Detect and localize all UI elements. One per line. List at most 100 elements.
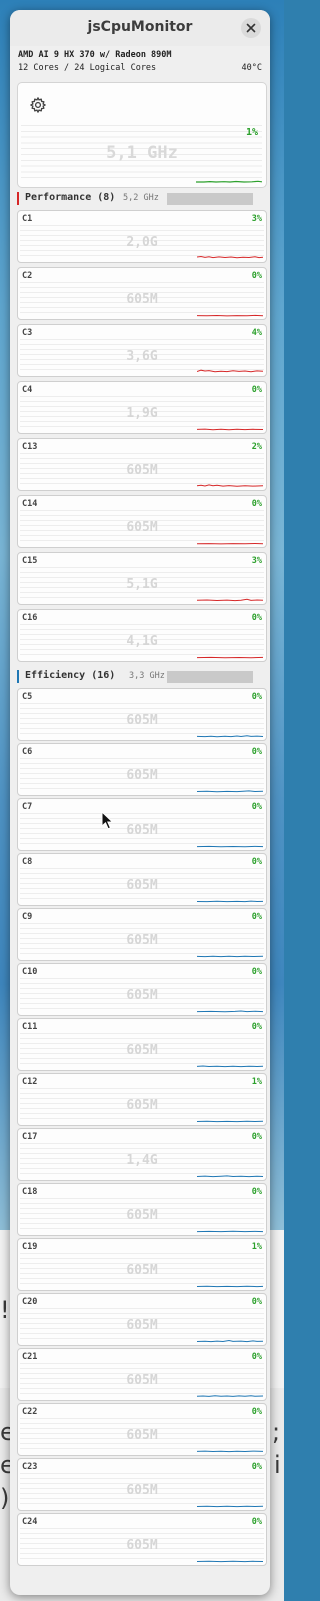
core-card-c14: C14 0% 605M: [17, 495, 267, 548]
core-usage-sparkline: [197, 1230, 263, 1233]
core-card-c22: C22 0% 605M: [17, 1403, 267, 1456]
core-card-c15: C15 3% 5,1G: [17, 552, 267, 605]
group-frequency: 3,3 GHz: [129, 671, 165, 681]
core-name: C22: [22, 1407, 38, 1417]
core-usage: 0%: [251, 499, 262, 509]
core-name: C10: [22, 967, 38, 977]
core-usage: 0%: [251, 613, 262, 623]
core-usage: 0%: [251, 1297, 262, 1307]
core-card-c4: C4 0% 1,9G: [17, 381, 267, 434]
core-card-c16: C16 0% 4,1G: [17, 609, 267, 662]
core-usage-sparkline: [197, 1560, 263, 1563]
core-usage-sparkline: [197, 1010, 263, 1013]
core-usage-sparkline: [197, 900, 263, 903]
core-card-c3: C3 4% 3,6G: [17, 324, 267, 377]
core-usage-sparkline: [197, 542, 263, 545]
core-name: C19: [22, 1242, 38, 1252]
core-name: C8: [22, 857, 33, 867]
core-card-c12: C12 1% 605M: [17, 1073, 267, 1126]
core-usage-sparkline: [197, 1339, 263, 1343]
core-name: C21: [22, 1352, 38, 1362]
core-name: C15: [22, 556, 38, 566]
core-name: C6: [22, 747, 33, 757]
group-color-marker: [17, 192, 19, 205]
core-usage: 0%: [251, 1187, 262, 1197]
core-name: C24: [22, 1517, 38, 1527]
core-name: C18: [22, 1187, 38, 1197]
core-name: C9: [22, 912, 33, 922]
core-card-c9: C9 0% 605M: [17, 908, 267, 961]
gear-icon[interactable]: [29, 96, 47, 114]
core-name: C23: [22, 1462, 38, 1472]
core-usage: 0%: [251, 1462, 262, 1472]
core-name: C4: [22, 385, 33, 395]
core-usage: 0%: [251, 692, 262, 702]
core-usage-sparkline: [197, 369, 263, 373]
core-usage: 0%: [251, 271, 262, 281]
core-usage: 0%: [251, 385, 262, 395]
core-card-c21: C21 0% 605M: [17, 1348, 267, 1401]
core-usage-sparkline: [197, 1285, 263, 1288]
cpu-core-count: 12 Cores / 24 Logical Cores: [18, 63, 157, 73]
core-card-c23: C23 0% 605M: [17, 1458, 267, 1511]
core-usage-sparkline: [197, 1395, 263, 1397]
core-usage-sparkline: [197, 1175, 263, 1178]
group-color-marker: [17, 670, 19, 683]
title-bar[interactable]: jsCpuMonitor: [10, 10, 270, 46]
core-usage: 0%: [251, 1132, 262, 1142]
core-usage: 0%: [251, 967, 262, 977]
group-load-bar: [167, 193, 253, 205]
core-card-c7: C7 0% 605M: [17, 798, 267, 851]
core-usage-sparkline: [197, 428, 263, 431]
core-usage: 0%: [251, 912, 262, 922]
core-card-c18: C18 0% 605M: [17, 1183, 267, 1236]
core-usage: 0%: [251, 1022, 262, 1032]
core-usage: 0%: [251, 1517, 262, 1527]
core-usage-sparkline: [197, 255, 263, 259]
core-card-c1: C1 3% 2,0G: [17, 210, 267, 263]
core-name: C2: [22, 271, 33, 281]
core-name: C11: [22, 1022, 38, 1032]
core-card-c8: C8 0% 605M: [17, 853, 267, 906]
window-title: jsCpuMonitor: [87, 19, 193, 35]
core-name: C5: [22, 692, 33, 702]
core-name: C1: [22, 214, 33, 224]
core-name: C16: [22, 613, 38, 623]
core-usage: 0%: [251, 747, 262, 757]
close-icon: [246, 23, 256, 33]
core-name: C12: [22, 1077, 38, 1087]
core-card-c6: C6 0% 605M: [17, 743, 267, 796]
core-name: C17: [22, 1132, 38, 1142]
core-usage-sparkline: [197, 1505, 263, 1508]
group-label: Performance (8): [25, 192, 116, 203]
core-usage-sparkline: [197, 955, 263, 958]
core-card-c10: C10 0% 605M: [17, 963, 267, 1016]
core-card-c11: C11 0% 605M: [17, 1018, 267, 1071]
cpu-monitor-window: jsCpuMonitor AMD AI 9 HX 370 w/ Radeon 8…: [10, 10, 270, 1595]
core-usage-sparkline: [197, 314, 263, 317]
core-usage-sparkline: [197, 1065, 263, 1068]
close-button[interactable]: [241, 18, 261, 38]
core-usage-sparkline: [197, 656, 263, 659]
group-load-bar: [167, 671, 253, 683]
core-usage: 3%: [251, 214, 262, 224]
core-usage-sparkline: [197, 484, 263, 487]
background-text-fragment: ;: [272, 1418, 281, 1446]
core-card-c5: C5 0% 605M: [17, 688, 267, 741]
cpu-model: AMD AI 9 HX 370 w/ Radeon 890M: [18, 50, 172, 60]
core-usage: 0%: [251, 802, 262, 812]
core-name: C14: [22, 499, 38, 509]
core-usage: 3%: [251, 556, 262, 566]
core-usage: 0%: [251, 857, 262, 867]
group-header-performance[interactable]: Performance (8) 5,2 GHz: [17, 191, 265, 207]
core-card-c24: C24 0% 605M: [17, 1513, 267, 1566]
background-text-fragment: !: [0, 1296, 10, 1324]
group-header-efficiency[interactable]: Efficiency (16) 3,3 GHz: [17, 669, 265, 685]
core-usage-sparkline: [197, 845, 263, 848]
core-usage-sparkline: [197, 598, 263, 602]
background-text-fragment: ): [0, 1484, 10, 1512]
core-usage-sparkline: [197, 1120, 263, 1123]
core-card-c17: C17 0% 1,4G: [17, 1128, 267, 1181]
total-usage-card: 1% 5,1 GHz: [17, 82, 267, 188]
core-name: C20: [22, 1297, 38, 1307]
